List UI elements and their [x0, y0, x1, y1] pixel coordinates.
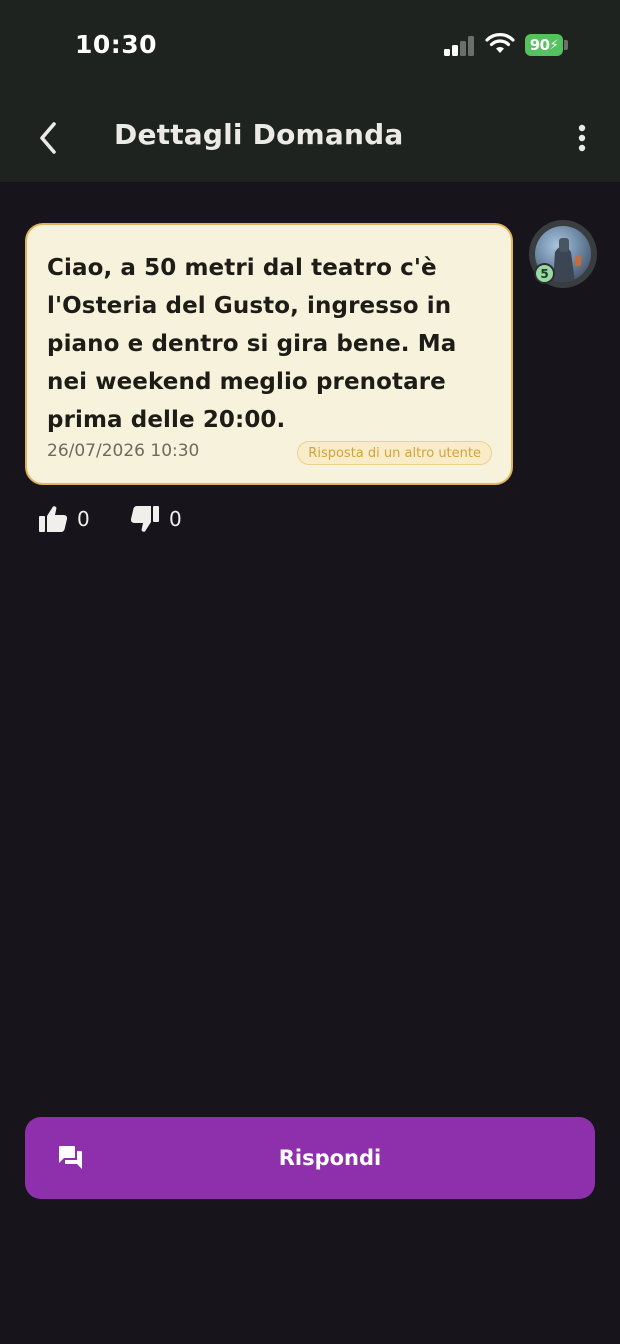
more-options-button[interactable]: [566, 116, 598, 160]
like-button[interactable]: 0: [38, 504, 90, 534]
back-button[interactable]: [28, 116, 68, 160]
cellular-signal-icon: [444, 36, 476, 56]
answer-bubble: Ciao, a 50 metri dal teatro c'è l'Osteri…: [25, 223, 513, 485]
status-time: 10:30: [75, 30, 158, 59]
wifi-icon: [485, 33, 515, 53]
thumb-down-icon: [130, 506, 159, 532]
like-count: 0: [77, 507, 90, 531]
battery-charging-icon: 90 ⚡: [525, 34, 563, 56]
answer-datetime: 26/07/2026 10:30: [47, 441, 200, 461]
answer-text: Ciao, a 50 metri dal teatro c'è l'Osteri…: [47, 255, 457, 433]
page-title: Dettagli Domanda: [114, 118, 404, 151]
question-details-screen: 10:30 90 ⚡ Dettagli Domanda Ciao, a 50 m…: [0, 0, 620, 1344]
reply-button-label: Rispondi: [278, 1146, 382, 1170]
battery-tip: [564, 40, 568, 50]
thumb-up-icon: [39, 506, 68, 532]
chevron-left-icon: [40, 122, 56, 154]
dislike-count: 0: [169, 507, 182, 531]
dislike-button[interactable]: 0: [130, 504, 182, 534]
user-level-badge: 5: [534, 263, 555, 284]
more-vertical-icon: [578, 124, 586, 152]
battery-level: 90: [529, 36, 550, 54]
answer-source-badge: Risposta di un altro utente: [297, 441, 492, 465]
reply-button[interactable]: Rispondi: [25, 1117, 595, 1199]
top-app-bar: 10:30 90 ⚡ Dettagli Domanda: [0, 0, 620, 182]
